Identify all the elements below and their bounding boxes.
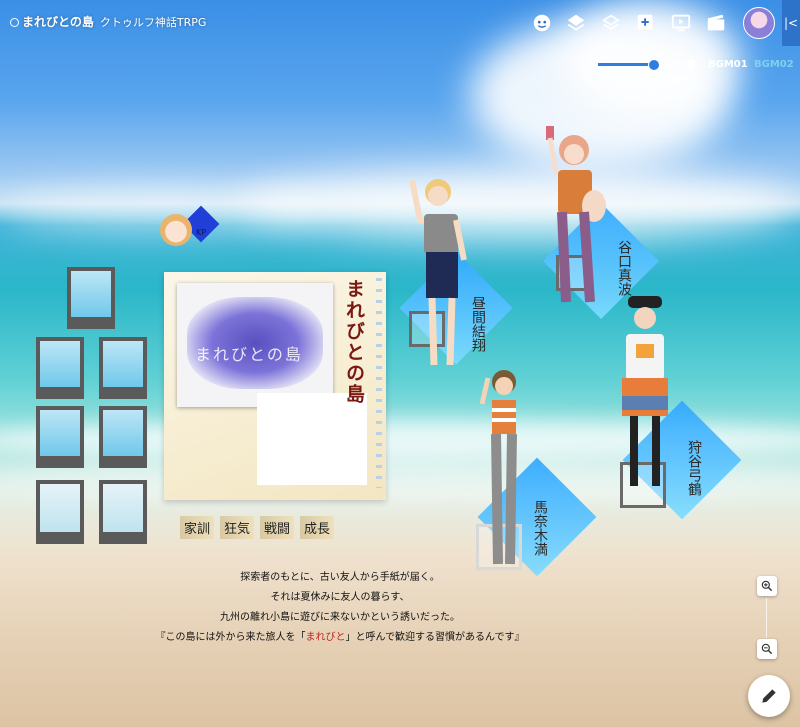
stop-icon[interactable]	[687, 60, 695, 68]
card-slot[interactable]	[99, 337, 147, 399]
character-name: 馬奈木満	[532, 500, 548, 556]
bgm-volume-slider[interactable]	[598, 63, 654, 66]
zoom-track[interactable]	[766, 598, 767, 638]
room-title: まれびとの島	[22, 15, 94, 29]
logo-icon	[10, 18, 19, 27]
character-standing-image[interactable]	[610, 286, 680, 506]
tag-seichou: 成長	[300, 516, 335, 539]
character-name: 昼間結翔	[470, 296, 486, 352]
tag-sentou: 戦闘	[260, 516, 295, 539]
card-slot[interactable]	[99, 406, 147, 468]
face-icon[interactable]	[531, 12, 553, 34]
layers-outline-icon[interactable]	[600, 12, 622, 34]
volume-mute-icon[interactable]	[665, 57, 679, 71]
board-background[interactable]: まれびとの島 クトゥルフ神話TRPG |< BGM01 BGM02 KP まれび…	[0, 0, 800, 727]
scenario-intro-text: 探索者のもとに、古い友人から手紙が届く。 それは夏休みに友人の暮らす、 九州の離…	[140, 568, 540, 648]
scenario-cover-image[interactable]: まれびとの島	[177, 283, 333, 407]
intro-line: それは夏休みに友人の暮らす、	[270, 592, 410, 603]
movie-icon[interactable]	[705, 12, 727, 34]
user-avatar[interactable]	[743, 7, 775, 39]
edit-button[interactable]	[748, 675, 790, 717]
zoom-in-button[interactable]	[757, 576, 777, 596]
kp-label: KP	[196, 228, 207, 237]
layers-icon[interactable]	[565, 12, 587, 34]
card-slot[interactable]	[36, 480, 84, 544]
card-slot[interactable]	[36, 406, 84, 468]
scenario-vertical-title: まれびとの島	[343, 279, 365, 405]
blank-note-card[interactable]	[257, 393, 367, 485]
rule-tags: 家訓 狂気 戦闘 成長	[180, 516, 340, 539]
app-title: まれびとの島 クトゥルフ神話TRPG	[10, 13, 206, 30]
bgm-volume-handle[interactable]	[648, 59, 660, 71]
character-standing-image[interactable]	[538, 124, 610, 320]
character-standing-image[interactable]	[398, 170, 470, 380]
bgm-tab-2[interactable]: BGM02	[754, 59, 794, 70]
zoom-out-button[interactable]	[757, 639, 777, 659]
collapse-panel-button[interactable]: |<	[782, 0, 800, 46]
character-standing-image[interactable]	[466, 364, 536, 578]
tag-kakun: 家訓	[180, 516, 215, 539]
play-screen-icon[interactable]	[670, 12, 692, 34]
pencil-icon	[762, 689, 776, 703]
cover-title: まれびとの島	[195, 345, 303, 364]
card-slot[interactable]	[36, 337, 84, 399]
kp-character-face[interactable]	[160, 214, 192, 246]
tag-kyouki: 狂気	[220, 516, 255, 539]
card-slot[interactable]	[99, 480, 147, 544]
intro-line: 九州の離れ小島に遊びに来ないかという誘いだった。	[220, 612, 460, 623]
bgm-tab-1[interactable]: BGM01	[708, 59, 748, 70]
character-name: 狩谷弓鶴	[686, 440, 702, 496]
add-box-icon[interactable]	[635, 12, 657, 34]
card-slot[interactable]	[67, 267, 115, 329]
intro-line: 『この島には外から来た旅人を「まれびと」と呼んで歓迎する習慣があるんです』	[155, 632, 525, 643]
top-bar: まれびとの島 クトゥルフ神話TRPG |<	[0, 0, 800, 46]
room-subtitle: クトゥルフ神話TRPG	[99, 16, 207, 29]
